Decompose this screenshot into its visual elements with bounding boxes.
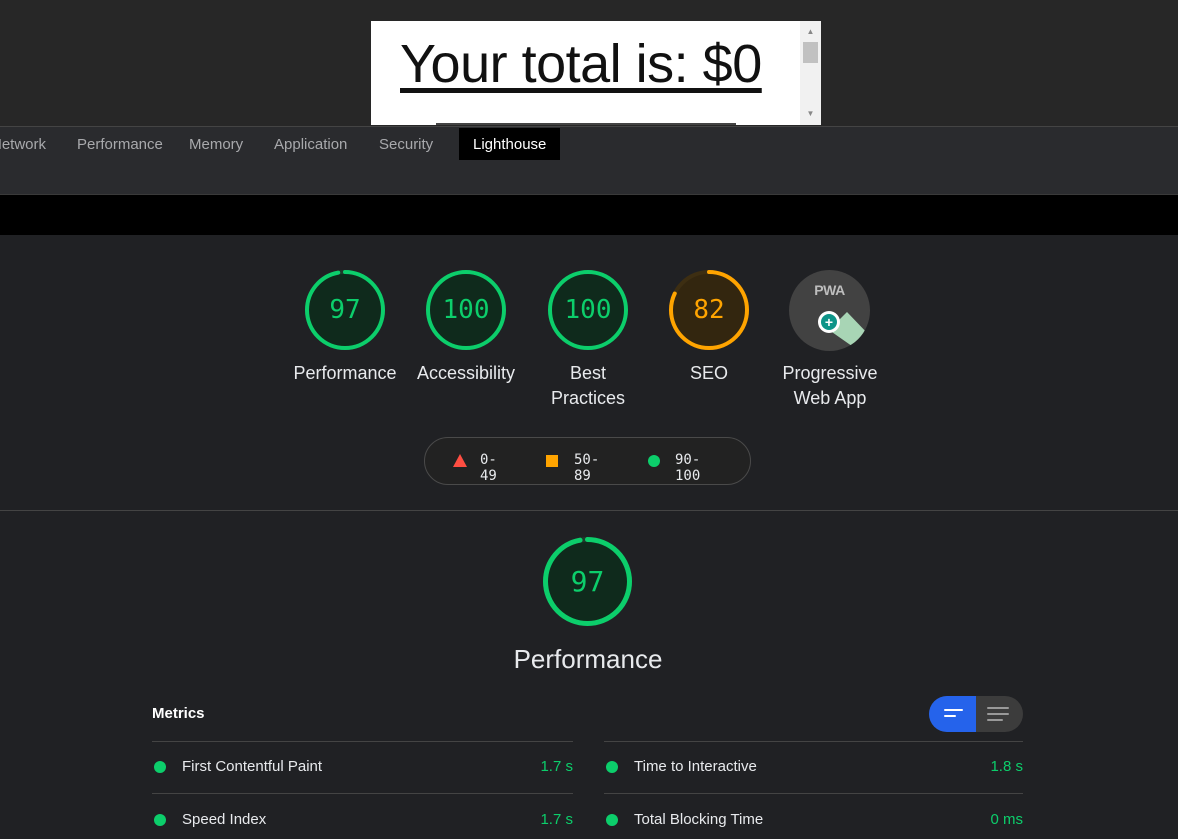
metric-row-tti: Time to Interactive 1.8 s (604, 754, 1023, 780)
metric-name: First Contentful Paint (182, 758, 323, 775)
page-preview-area: Your total is: $0 ▲ ▼ (0, 0, 1178, 126)
expanded-view-button[interactable] (976, 696, 1023, 732)
metric-value: 1.7 s (540, 758, 573, 775)
tab-network[interactable]: Network (0, 127, 46, 161)
plus-icon: + (818, 311, 840, 333)
preview-heading: Your total is: $0 (400, 34, 762, 94)
metric-value: 0 ms (990, 811, 1023, 828)
lighthouse-toolbar (0, 161, 1178, 195)
metric-name: Speed Index (182, 811, 267, 828)
gauge-seo[interactable]: 82 SEO (667, 268, 751, 383)
gauge-score: 82 (693, 295, 725, 325)
scroll-up-arrow-icon[interactable]: ▲ (800, 24, 821, 40)
performance-title: Performance (513, 644, 663, 674)
metric-divider (152, 793, 573, 794)
score-legend: 0-49 50-89 90-100 (424, 437, 751, 485)
legend-range: 50-89 (574, 452, 600, 484)
compact-view-button[interactable] (929, 696, 976, 732)
pwa-badge-text: PWA (814, 282, 845, 298)
legend-range: 0-49 (480, 452, 497, 484)
gauge-accessibility[interactable]: 100 Accessibility (417, 268, 515, 383)
performance-gauge: 97 (541, 535, 634, 628)
metric-value: 1.7 s (540, 811, 573, 828)
metric-name: Total Blocking Time (634, 811, 764, 828)
tab-security[interactable]: Security (379, 127, 433, 161)
gauge-label: Progressive Web App (782, 363, 878, 408)
gauge-score: 97 (329, 295, 361, 325)
devtools-tab-bar: Network Performance Memory Application S… (0, 126, 1178, 162)
gauge-performance[interactable]: 97 Performance (293, 268, 397, 383)
tab-application[interactable]: Application (274, 127, 347, 161)
pass-circle-icon (606, 814, 618, 826)
metric-divider (604, 741, 1023, 742)
pass-circle-icon (154, 761, 166, 773)
scroll-down-arrow-icon[interactable]: ▼ (800, 106, 821, 122)
metric-divider (152, 741, 573, 742)
square-icon (546, 455, 558, 467)
gauge-best-practices[interactable]: 100 Best Practices (546, 268, 630, 408)
performance-score: 97 (570, 565, 605, 598)
metrics-view-toggle[interactable] (929, 696, 1023, 732)
tab-lighthouse[interactable]: Lighthouse (459, 128, 561, 160)
metric-row-tbt: Total Blocking Time 0 ms (604, 807, 1023, 833)
pwa-badge-icon: PWA + (789, 270, 870, 351)
legend-range: 90-100 (675, 452, 701, 484)
metric-row-speed-index: Speed Index 1.7 s (152, 807, 573, 833)
metrics-heading: Metrics (152, 705, 205, 722)
gauge-score: 100 (442, 295, 490, 325)
circle-icon (648, 455, 660, 467)
tab-performance[interactable]: Performance (77, 127, 163, 161)
preview-divider (436, 123, 736, 125)
tab-memory[interactable]: Memory (189, 127, 243, 161)
metric-row-fcp: First Contentful Paint 1.7 s (152, 754, 573, 780)
metric-divider (604, 793, 1023, 794)
page-preview[interactable]: Your total is: $0 ▲ ▼ (371, 21, 821, 125)
scroll-thumb[interactable] (803, 42, 818, 63)
metric-value: 1.8 s (990, 758, 1023, 775)
report-header-bar (0, 195, 1178, 235)
section-divider (0, 510, 1178, 511)
triangle-icon (453, 454, 467, 467)
preview-scrollbar[interactable]: ▲ ▼ (800, 21, 821, 125)
gauge-score: 100 (564, 295, 612, 325)
pass-circle-icon (606, 761, 618, 773)
pass-circle-icon (154, 814, 166, 826)
metric-name: Time to Interactive (634, 758, 757, 775)
